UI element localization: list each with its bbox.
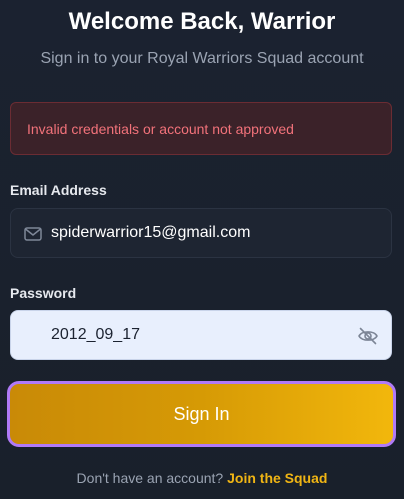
page-title: Welcome Back, Warrior <box>68 8 336 35</box>
email-label: Email Address <box>10 182 107 198</box>
error-message: Invalid credentials or account not appro… <box>27 120 294 137</box>
sign-in-label: Sign In <box>173 404 230 424</box>
password-label: Password <box>10 285 77 301</box>
error-alert: Invalid credentials or account not appro… <box>10 102 392 155</box>
sign-in-button[interactable]: Sign In <box>7 381 396 447</box>
signup-prompt-text: Don't have an account? <box>76 470 224 486</box>
signup-prompt: Don't have an account? Join the Squad <box>0 469 404 487</box>
email-field[interactable]: spiderwarrior15@gmail.com <box>10 208 392 258</box>
page-subtitle: Sign in to your Royal Warriors Squad acc… <box>40 50 364 67</box>
join-squad-link[interactable]: Join the Squad <box>227 470 327 486</box>
password-field[interactable]: 2012_09_17 <box>10 310 392 360</box>
password-value: 2012_09_17 <box>51 326 140 343</box>
email-value: spiderwarrior15@gmail.com <box>51 224 251 241</box>
eye-off-icon[interactable] <box>357 325 379 347</box>
mail-icon <box>24 227 42 241</box>
